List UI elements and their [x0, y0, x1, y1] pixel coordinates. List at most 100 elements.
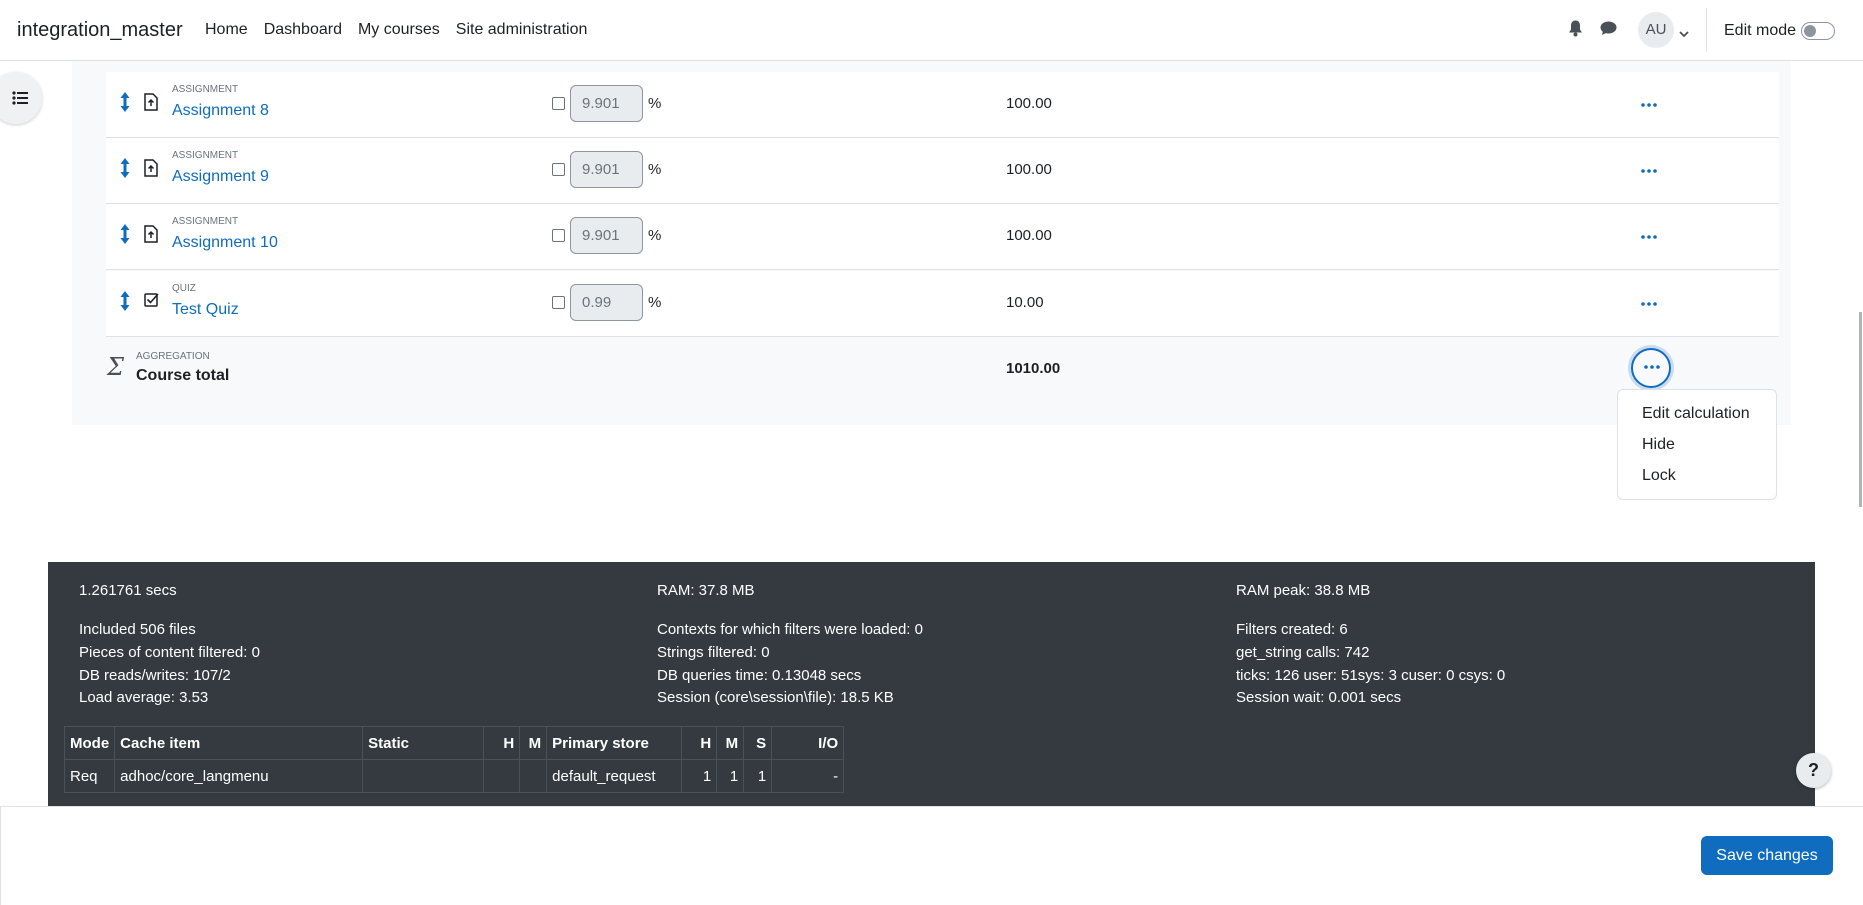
grade-item-link[interactable]: Assignment 8 [172, 102, 269, 120]
perf-get-string-calls: get_string calls: 742 [1236, 644, 1370, 661]
primary-navigation: Home Dashboard My courses Site administr… [205, 21, 603, 39]
edit-mode-toggle[interactable] [1801, 22, 1835, 40]
max-grade: 100.00 [1006, 227, 1052, 244]
perf-included-files: Included 506 files [79, 621, 196, 638]
cache-usage-table: Mode Cache item Static H M Primary store… [63, 726, 845, 793]
weight-override-checkbox[interactable] [552, 163, 565, 176]
column-header: M [519, 726, 548, 760]
chevron-down-icon[interactable] [1679, 25, 1689, 43]
item-type-label: ASSIGNMENT [172, 216, 239, 227]
nav-my-courses[interactable]: My courses [358, 21, 440, 39]
more-actions-icon[interactable] [1641, 160, 1657, 178]
perf-session-size: Session (core\session\file): 18.5 KB [657, 689, 894, 706]
percent-sign: % [648, 294, 662, 311]
grade-item-row: ASSIGNMENT Assignment 8 9.901 % 100.00 [106, 72, 1779, 138]
perf-content-filtered: Pieces of content filtered: 0 [79, 644, 260, 661]
column-header: S [743, 726, 773, 760]
menu-item-lock[interactable]: Lock [1642, 467, 1676, 485]
course-total-actions-button[interactable] [1631, 348, 1671, 388]
more-actions-icon[interactable] [1641, 94, 1657, 112]
perf-strings-filtered: Strings filtered: 0 [657, 644, 770, 661]
perf-ticks: ticks: 126 user: 51sys: 3 cuser: 0 csys:… [1236, 667, 1506, 684]
list-icon [12, 91, 28, 105]
menu-item-hide[interactable]: Hide [1642, 436, 1675, 454]
column-header: H [483, 726, 521, 760]
menu-item-edit-calculation[interactable]: Edit calculation [1642, 405, 1750, 423]
messages-chat-icon[interactable] [1600, 21, 1617, 41]
column-header: Primary store [546, 726, 683, 760]
weight-input[interactable]: 0.99 [570, 284, 643, 321]
more-actions-icon [1644, 365, 1660, 369]
edit-mode-label: Edit mode [1724, 22, 1797, 39]
course-total-label: Course total [136, 367, 230, 384]
weight-input[interactable]: 9.901 [570, 85, 643, 122]
item-type-label: ASSIGNMENT [172, 150, 239, 161]
more-actions-icon[interactable] [1641, 226, 1657, 244]
percent-sign: % [648, 227, 662, 244]
sticky-footer [0, 806, 1863, 905]
perf-contexts-filters: Contexts for which filters were loaded: … [657, 621, 923, 638]
grade-item-row: QUIZ Test Quiz 0.99 % 10.00 [106, 271, 1779, 337]
course-total-value: 1010.00 [1006, 360, 1061, 377]
table-row: Req adhoc/core_langmenu default_request … [63, 759, 845, 793]
course-index-drawer-button[interactable] [0, 72, 42, 124]
save-changes-button[interactable]: Save changes [1701, 836, 1833, 875]
item-type-label: QUIZ [172, 283, 196, 294]
perf-filters-created: Filters created: 6 [1236, 621, 1348, 638]
toggle-knob [1804, 25, 1816, 37]
grade-item-link[interactable]: Assignment 9 [172, 168, 269, 186]
assignment-icon [144, 159, 158, 182]
help-button[interactable]: ? [1796, 753, 1831, 788]
assignment-icon [144, 93, 158, 116]
table-cell: 1 [743, 759, 773, 793]
perf-load-average: Load average: 3.53 [79, 689, 209, 706]
column-header: Mode [63, 726, 116, 760]
grade-item-row: ASSIGNMENT Assignment 10 9.901 % 100.00 [106, 204, 1779, 270]
percent-sign: % [648, 161, 662, 178]
max-grade: 10.00 [1006, 294, 1044, 311]
weight-input[interactable]: 9.901 [570, 217, 643, 254]
column-header: Static [362, 726, 485, 760]
weight-override-checkbox[interactable] [552, 229, 565, 242]
perf-ram: RAM: 37.8 MB [657, 582, 755, 599]
column-header: I/O [771, 726, 845, 760]
move-icon[interactable] [120, 158, 130, 183]
grade-item-link[interactable]: Test Quiz [172, 301, 239, 319]
table-cell: - [771, 759, 845, 793]
move-icon[interactable] [120, 291, 130, 316]
performance-info-footer: 1.261761 secs Included 506 files Pieces … [48, 562, 1815, 806]
grade-item-row: ASSIGNMENT Assignment 9 9.901 % 100.00 [106, 138, 1779, 204]
site-brand[interactable]: integration_master [17, 19, 183, 42]
weight-input[interactable]: 9.901 [570, 151, 643, 188]
assignment-icon [144, 225, 158, 248]
table-cell: Req [63, 759, 116, 793]
column-header: M [716, 726, 745, 760]
move-icon[interactable] [120, 92, 130, 117]
top-navbar: integration_master Home Dashboard My cou… [0, 0, 1863, 61]
weight-override-checkbox[interactable] [552, 296, 565, 309]
table-cell: 1 [716, 759, 745, 793]
table-header-row: Mode Cache item Static H M Primary store… [63, 726, 845, 760]
more-actions-icon[interactable] [1641, 293, 1657, 311]
perf-session-wait: Session wait: 0.001 secs [1236, 689, 1402, 706]
move-icon[interactable] [120, 224, 130, 249]
weight-override-checkbox[interactable] [552, 97, 565, 110]
table-cell: default_request [546, 759, 683, 793]
max-grade: 100.00 [1006, 95, 1052, 112]
table-cell [483, 759, 521, 793]
grade-item-link[interactable]: Assignment 10 [172, 234, 278, 252]
user-avatar[interactable]: AU [1638, 12, 1674, 48]
notifications-bell-icon[interactable] [1568, 20, 1583, 42]
table-cell [519, 759, 548, 793]
nav-home[interactable]: Home [205, 21, 248, 39]
navbar-divider [1706, 8, 1707, 52]
table-cell: 1 [681, 759, 718, 793]
item-type-label: ASSIGNMENT [172, 84, 239, 95]
page-scrollbar[interactable] [1859, 312, 1862, 507]
percent-sign: % [648, 95, 662, 112]
perf-ram-peak: RAM peak: 38.8 MB [1236, 582, 1371, 599]
nav-site-administration[interactable]: Site administration [456, 21, 588, 39]
column-header: H [681, 726, 718, 760]
nav-dashboard[interactable]: Dashboard [264, 21, 342, 39]
actions-dropdown-menu: Edit calculation Hide Lock [1617, 389, 1777, 500]
